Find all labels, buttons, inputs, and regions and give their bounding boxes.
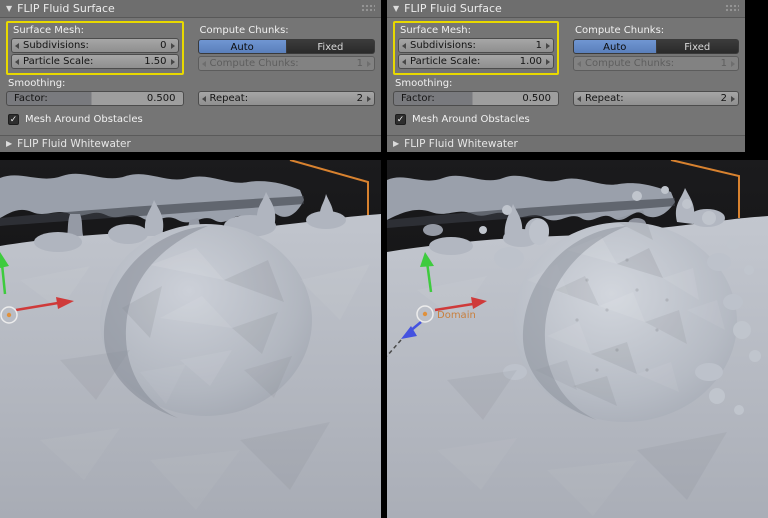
- repeat-label: Repeat:: [209, 93, 249, 104]
- panel-body-left: Surface Mesh: Subdivisions: 0 Particle S…: [0, 18, 381, 127]
- repeat-label: Repeat:: [585, 93, 624, 104]
- auto-button[interactable]: Auto: [197, 39, 287, 54]
- panel-header-left[interactable]: ▼ FLIP Fluid Surface: [0, 0, 381, 18]
- viewport-left-render: [0, 160, 381, 518]
- repeat-field[interactable]: Repeat: 2: [573, 91, 739, 106]
- mesh-around-obstacles-label: Mesh Around Obstacles: [412, 114, 530, 125]
- whitewater-panel-title: FLIP Fluid Whitewater: [404, 138, 518, 150]
- factor-label: Factor:: [401, 93, 435, 104]
- particle-scale-value: 1.00: [519, 56, 542, 67]
- subdivisions-field[interactable]: Subdivisions: 0: [11, 38, 179, 53]
- fixed-button[interactable]: Fixed: [286, 39, 375, 54]
- panel-header-right[interactable]: ▼ FLIP Fluid Surface: [387, 0, 745, 18]
- surface-mesh-label: Surface Mesh:: [400, 25, 471, 36]
- particle-scale-label: Particle Scale:: [410, 56, 481, 67]
- repeat-value: 2: [720, 93, 727, 104]
- yellow-highlight-box: Surface Mesh: Subdivisions: 0 Particle S…: [6, 21, 184, 75]
- compute-chunks-mode-toggle: Auto Fixed: [573, 38, 739, 55]
- left-column: ▼ FLIP Fluid Surface Surface Mesh: Subdi…: [0, 0, 381, 518]
- compute-chunks-value: 1: [356, 58, 363, 69]
- compute-chunks-label: Compute Chunks:: [199, 25, 289, 36]
- subdivisions-label: Subdivisions:: [23, 40, 89, 51]
- particle-scale-field[interactable]: Particle Scale: 1.00: [398, 54, 554, 69]
- particle-scale-field[interactable]: Particle Scale: 1.50: [11, 54, 179, 69]
- domain-label: Domain: [437, 310, 476, 321]
- mesh-around-obstacles-label: Mesh Around Obstacles: [25, 114, 143, 125]
- stepper-increase-icon[interactable]: [546, 58, 550, 65]
- factor-slider[interactable]: Factor: 0.500: [393, 91, 559, 106]
- collapsed-triangle-icon[interactable]: ▶: [6, 140, 12, 148]
- repeat-field[interactable]: Repeat: 2: [197, 91, 375, 106]
- viewport-right-render: Domain: [387, 160, 768, 518]
- compute-chunks-field-label: Compute Chunks:: [209, 58, 299, 69]
- factor-slider[interactable]: Factor: 0.500: [6, 91, 184, 106]
- stepper-increase-icon: [367, 60, 371, 67]
- stepper-increase-icon: [731, 60, 735, 67]
- subdivisions-field[interactable]: Subdivisions: 1: [398, 38, 554, 53]
- compute-chunks-label: Compute Chunks:: [575, 25, 665, 36]
- compute-chunks-field: Compute Chunks: 1: [573, 56, 739, 71]
- panel-drag-dots-icon[interactable]: [361, 4, 375, 13]
- right-column: ▼ FLIP Fluid Surface Surface Mesh: Subdi…: [387, 0, 768, 518]
- auto-button[interactable]: Auto: [573, 39, 657, 54]
- compute-chunks-value: 1: [720, 58, 727, 69]
- mesh-around-obstacles-checkbox[interactable]: ✓: [8, 114, 19, 125]
- repeat-value: 2: [356, 93, 363, 104]
- stepper-increase-icon[interactable]: [546, 42, 550, 49]
- collapsed-triangle-icon[interactable]: ▶: [393, 140, 399, 148]
- expand-triangle-icon[interactable]: ▼: [6, 4, 12, 13]
- mesh-around-obstacles-checkbox[interactable]: ✓: [395, 114, 406, 125]
- whitewater-panel-title: FLIP Fluid Whitewater: [17, 138, 131, 150]
- mesh-around-obstacles-row: ✓ Mesh Around Obstacles: [395, 112, 739, 127]
- panel-body-right: Surface Mesh: Subdivisions: 1 Particle S…: [387, 18, 745, 127]
- whitewater-panel-header-right[interactable]: ▶ FLIP Fluid Whitewater: [387, 135, 745, 152]
- origin-dot: [6, 312, 12, 318]
- comparison-screenshot: ▼ FLIP Fluid Surface Surface Mesh: Subdi…: [0, 0, 768, 518]
- origin-dot: [422, 311, 428, 317]
- panel-title: FLIP Fluid Surface: [17, 2, 115, 15]
- compute-chunks-field: Compute Chunks: 1: [197, 56, 375, 71]
- subdivisions-value: 1: [535, 40, 542, 51]
- flip-fluid-surface-panel-left: ▼ FLIP Fluid Surface Surface Mesh: Subdi…: [0, 0, 381, 156]
- compute-chunks-mode-toggle: Auto Fixed: [197, 38, 375, 55]
- whitewater-panel-header-left[interactable]: ▶ FLIP Fluid Whitewater: [0, 135, 381, 152]
- smoothing-label: Smoothing:: [8, 78, 66, 89]
- expand-triangle-icon[interactable]: ▼: [393, 4, 399, 13]
- stepper-increase-icon[interactable]: [367, 95, 371, 102]
- fixed-button[interactable]: Fixed: [656, 39, 739, 54]
- factor-value: 0.500: [522, 93, 551, 104]
- mesh-around-obstacles-row: ✓ Mesh Around Obstacles: [8, 112, 375, 127]
- flip-fluid-surface-panel-right: ▼ FLIP Fluid Surface Surface Mesh: Subdi…: [387, 0, 745, 156]
- subdivisions-label: Subdivisions:: [410, 40, 476, 51]
- viewport-3d-left[interactable]: [0, 160, 381, 518]
- panel-drag-dots-icon[interactable]: [725, 4, 739, 13]
- factor-label: Factor:: [14, 93, 48, 104]
- particle-scale-value: 1.50: [144, 56, 167, 67]
- compute-chunks-field-label: Compute Chunks:: [585, 58, 675, 69]
- surface-mesh-label: Surface Mesh:: [13, 25, 84, 36]
- stepper-increase-icon[interactable]: [731, 95, 735, 102]
- stepper-increase-icon[interactable]: [170, 42, 175, 49]
- subdivisions-value: 0: [160, 40, 167, 51]
- yellow-highlight-box: Surface Mesh: Subdivisions: 1 Particle S…: [393, 21, 559, 75]
- viewport-3d-right[interactable]: Domain: [387, 160, 768, 518]
- panel-title: FLIP Fluid Surface: [404, 2, 502, 15]
- particle-scale-label: Particle Scale:: [23, 56, 94, 67]
- stepper-increase-icon[interactable]: [170, 58, 175, 65]
- smoothing-label: Smoothing:: [395, 78, 453, 89]
- factor-value: 0.500: [146, 93, 176, 104]
